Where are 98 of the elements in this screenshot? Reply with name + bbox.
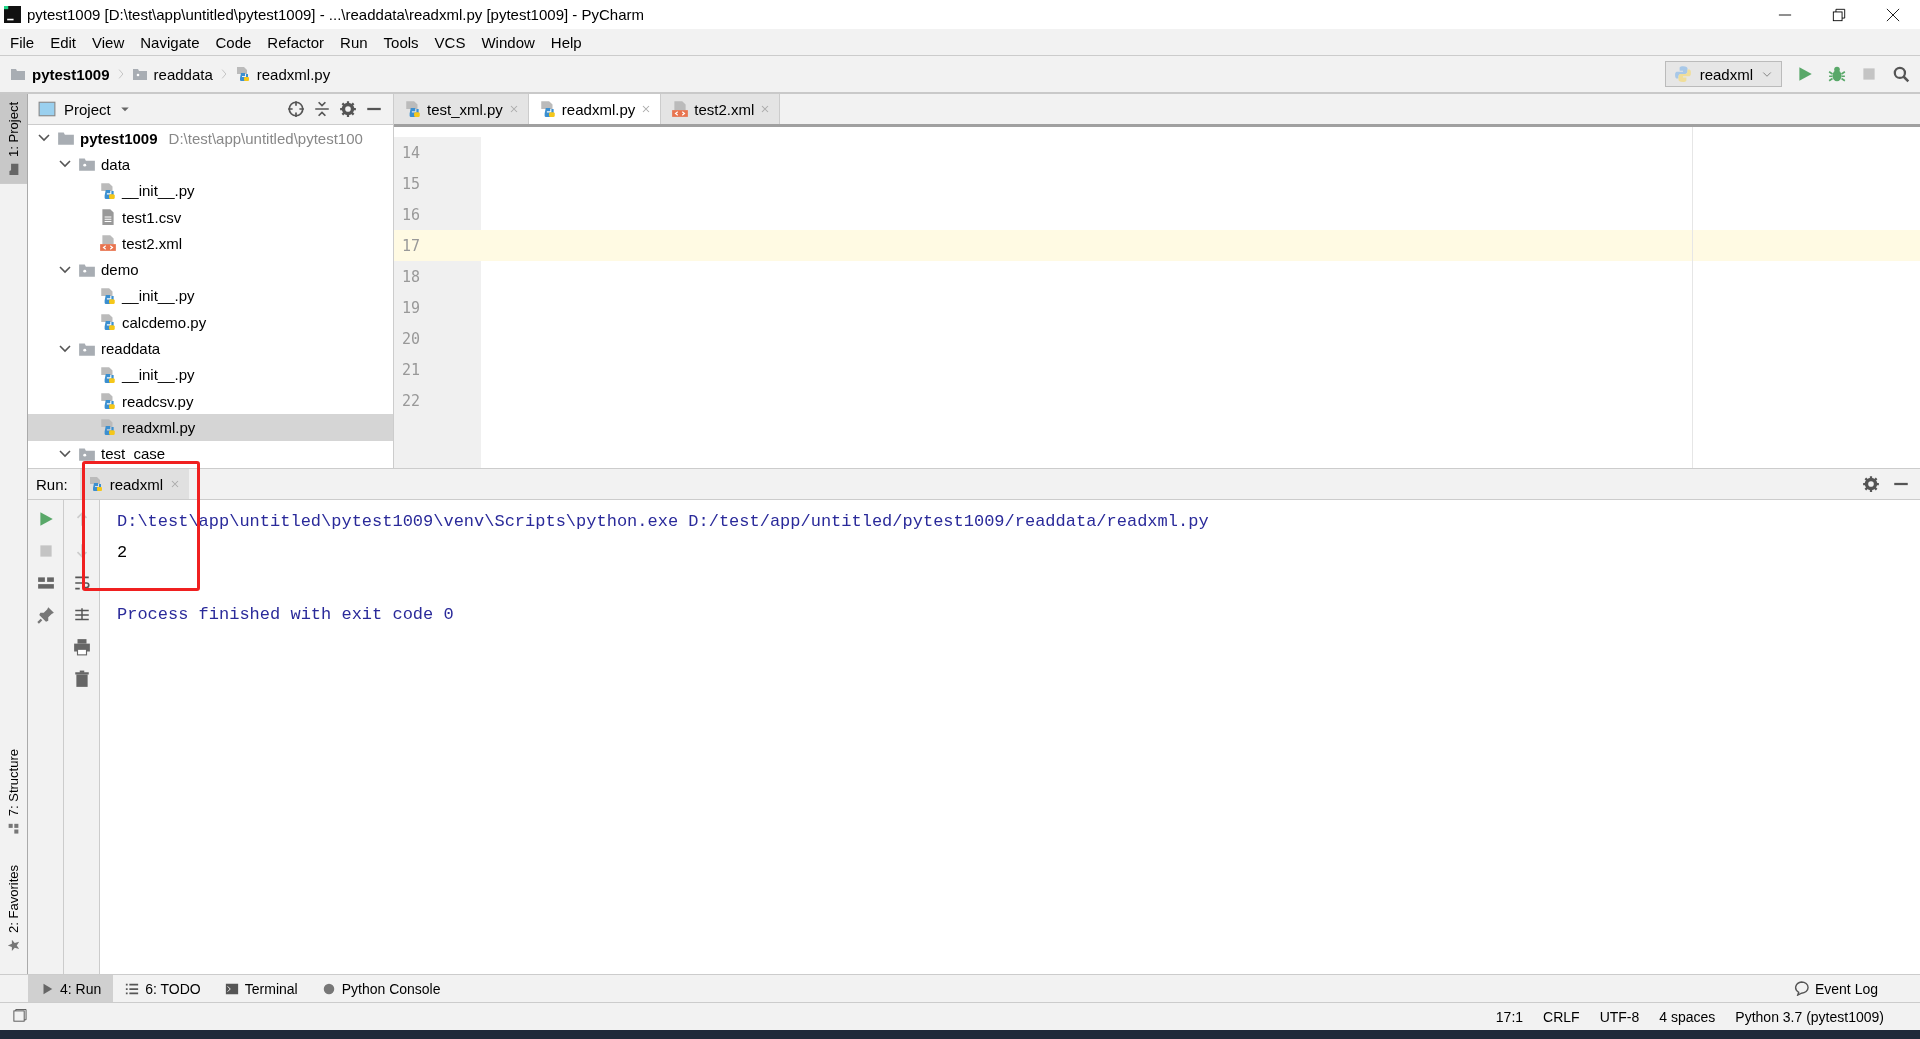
menu-item[interactable]: VCS bbox=[426, 33, 474, 51]
event-log-button[interactable]: Event Log bbox=[1781, 975, 1890, 1002]
tree-item[interactable]: readcsv.py bbox=[28, 387, 393, 415]
side-tab[interactable]: 2: Favorites bbox=[0, 857, 27, 960]
menu-item[interactable]: Tools bbox=[375, 33, 427, 51]
line-number: 19 bbox=[401, 297, 422, 319]
python-file-icon bbox=[99, 392, 117, 411]
line-number: 16 bbox=[401, 204, 422, 226]
tree-item[interactable]: test2.xml bbox=[28, 230, 393, 257]
panel-toggle-icon[interactable] bbox=[12, 1009, 27, 1024]
line-number: 18 bbox=[401, 266, 422, 288]
collapse-icon[interactable] bbox=[313, 100, 331, 118]
terminal-icon bbox=[224, 981, 239, 996]
menu-item[interactable]: File bbox=[2, 33, 43, 51]
tree-item[interactable]: test1.csv bbox=[28, 203, 393, 231]
settings-icon[interactable] bbox=[1862, 475, 1880, 493]
tree-item[interactable]: __init__.py bbox=[28, 177, 393, 204]
folder-icon bbox=[131, 66, 148, 82]
python-file-icon bbox=[99, 286, 117, 305]
target-icon[interactable] bbox=[287, 100, 305, 118]
python-file-icon bbox=[99, 313, 117, 332]
tree-item[interactable]: pytest1009 D:\test\app\untitled\pytest100 bbox=[28, 125, 393, 152]
structure-icon bbox=[7, 822, 20, 836]
python-file-icon bbox=[404, 100, 422, 118]
breadcrumb[interactable]: pytest1009 bbox=[10, 65, 110, 83]
editor-tab[interactable]: test_xml.py bbox=[394, 94, 529, 124]
tree-item[interactable]: calcdemo.py bbox=[28, 309, 393, 336]
status-item[interactable]: 17:1 bbox=[1495, 1008, 1524, 1025]
folder-icon bbox=[7, 162, 20, 176]
xml-file-icon bbox=[671, 100, 690, 118]
layout-icon[interactable] bbox=[36, 574, 55, 592]
side-tab[interactable]: 7: Structure bbox=[0, 740, 27, 844]
line-number: 17 bbox=[394, 230, 481, 261]
list-icon bbox=[125, 981, 140, 996]
line-number: 14 bbox=[401, 142, 422, 164]
python-file-icon bbox=[99, 418, 117, 437]
menu-item[interactable]: Edit bbox=[42, 33, 85, 51]
console-line: 2 bbox=[117, 542, 129, 564]
pin-icon[interactable] bbox=[36, 606, 55, 624]
python-file-icon bbox=[87, 476, 104, 492]
folder-icon bbox=[78, 155, 96, 174]
speech-bubble-icon bbox=[1793, 981, 1809, 996]
python-file-icon bbox=[99, 181, 117, 200]
line-number: 15 bbox=[401, 173, 422, 195]
tree-item[interactable]: readdata bbox=[28, 335, 393, 362]
tree-item[interactable]: __init__.py bbox=[28, 282, 393, 310]
tool-window-tab[interactable]: Python Console bbox=[309, 975, 453, 1002]
tree-item[interactable]: demo bbox=[28, 256, 393, 283]
python-file-icon bbox=[538, 100, 557, 118]
star-icon bbox=[7, 939, 20, 952]
window-title: pytest1009 [D:\test\app\untitled\pytest1009] - ...\readdata\readxml.py [pytest1009] - PyCharm bbox=[27, 6, 645, 23]
close-icon[interactable] bbox=[1886, 7, 1900, 22]
tree-item[interactable]: __init__.py bbox=[28, 361, 393, 388]
bug-icon[interactable] bbox=[1828, 65, 1846, 83]
folder-icon bbox=[10, 66, 26, 82]
trash-icon[interactable] bbox=[72, 670, 91, 688]
restore-icon[interactable] bbox=[1832, 7, 1846, 22]
line-number: 21 bbox=[401, 359, 422, 381]
menu-item[interactable]: Window bbox=[473, 33, 543, 51]
run-icon[interactable] bbox=[1796, 65, 1814, 83]
status-item[interactable]: Python 3.7 (pytest1009) bbox=[1735, 1008, 1884, 1025]
wrap-icon[interactable] bbox=[72, 574, 91, 592]
python-file-icon bbox=[99, 365, 117, 384]
status-item[interactable]: CRLF bbox=[1543, 1008, 1580, 1025]
breadcrumb[interactable]: readdata bbox=[131, 65, 213, 83]
run-tab[interactable]: readxml bbox=[79, 469, 190, 499]
tool-window-tab[interactable]: 4: Run bbox=[28, 975, 114, 1002]
folder-icon bbox=[57, 129, 75, 148]
menu-item[interactable]: Navigate bbox=[132, 33, 208, 51]
menu-item[interactable]: View bbox=[84, 33, 133, 51]
panel-title-dropdown[interactable]: Project bbox=[64, 100, 111, 118]
xml-file-icon bbox=[99, 234, 117, 253]
menu-item[interactable]: Code bbox=[207, 33, 260, 51]
panel-label: Run: bbox=[36, 475, 68, 493]
tree-item[interactable]: readxml.py bbox=[28, 414, 393, 441]
settings-icon[interactable] bbox=[339, 100, 357, 118]
tree-item[interactable]: data bbox=[28, 151, 393, 178]
line-number: 20 bbox=[401, 328, 422, 350]
tool-window-tab[interactable]: Terminal bbox=[212, 975, 310, 1002]
print-icon[interactable] bbox=[72, 638, 91, 656]
menu-item[interactable]: Refactor bbox=[259, 33, 333, 51]
python-file-icon bbox=[234, 66, 251, 82]
side-tab[interactable]: 1: Project bbox=[0, 94, 27, 184]
tool-window-tab[interactable]: 6: TODO bbox=[113, 975, 213, 1002]
line-number: 22 bbox=[401, 390, 422, 412]
editor-tab[interactable]: test2.xml bbox=[661, 94, 781, 124]
console-line: Process finished with exit code 0 bbox=[117, 604, 455, 626]
text-file-icon bbox=[99, 208, 117, 227]
menu-item[interactable]: Help bbox=[542, 33, 590, 51]
panel-icon bbox=[38, 100, 56, 118]
status-item[interactable]: 4 spaces bbox=[1659, 1008, 1716, 1025]
status-item[interactable]: UTF-8 bbox=[1599, 1008, 1640, 1025]
editor-tab[interactable]: readxml.py bbox=[528, 94, 662, 124]
search-icon[interactable] bbox=[1892, 65, 1910, 83]
menu-item[interactable]: Run bbox=[332, 33, 376, 51]
breadcrumb[interactable]: readxml.py bbox=[234, 65, 331, 83]
app-logo-icon bbox=[4, 6, 21, 23]
run-config-dropdown[interactable]: readxml bbox=[1664, 61, 1782, 87]
